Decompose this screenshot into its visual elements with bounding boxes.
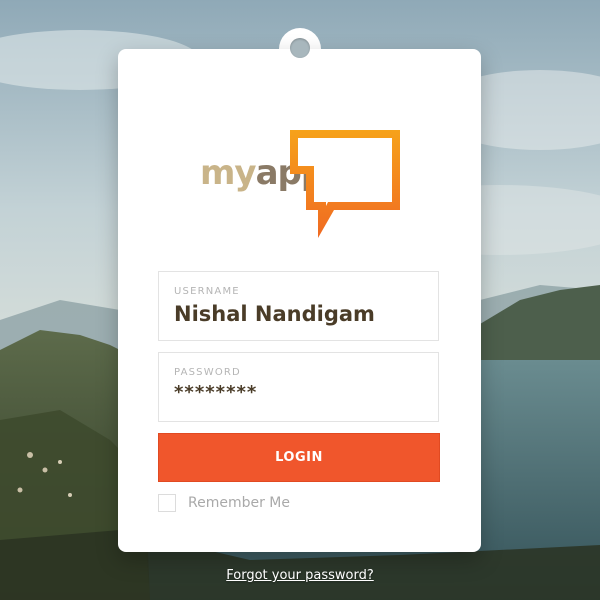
password-input[interactable]: ********: [174, 382, 257, 403]
forgot-password-link[interactable]: Forgot your password?: [0, 568, 600, 583]
password-label: PASSWORD: [174, 367, 241, 378]
app-logo: myapp: [200, 128, 405, 240]
remember-me-checkbox[interactable]: [158, 494, 176, 512]
username-field[interactable]: USERNAME Nishal Nandigam: [158, 271, 439, 341]
password-field[interactable]: PASSWORD ********: [158, 352, 439, 422]
logo-word-my: my: [200, 153, 257, 193]
remember-me-label[interactable]: Remember Me: [188, 495, 290, 511]
speech-bubble-icon: [288, 128, 400, 238]
username-label: USERNAME: [174, 286, 240, 297]
card-hanger-hole: [290, 38, 310, 58]
login-button[interactable]: LOGIN: [158, 433, 440, 482]
remember-me-row[interactable]: Remember Me: [158, 493, 290, 513]
username-input[interactable]: Nishal Nandigam: [174, 302, 375, 326]
